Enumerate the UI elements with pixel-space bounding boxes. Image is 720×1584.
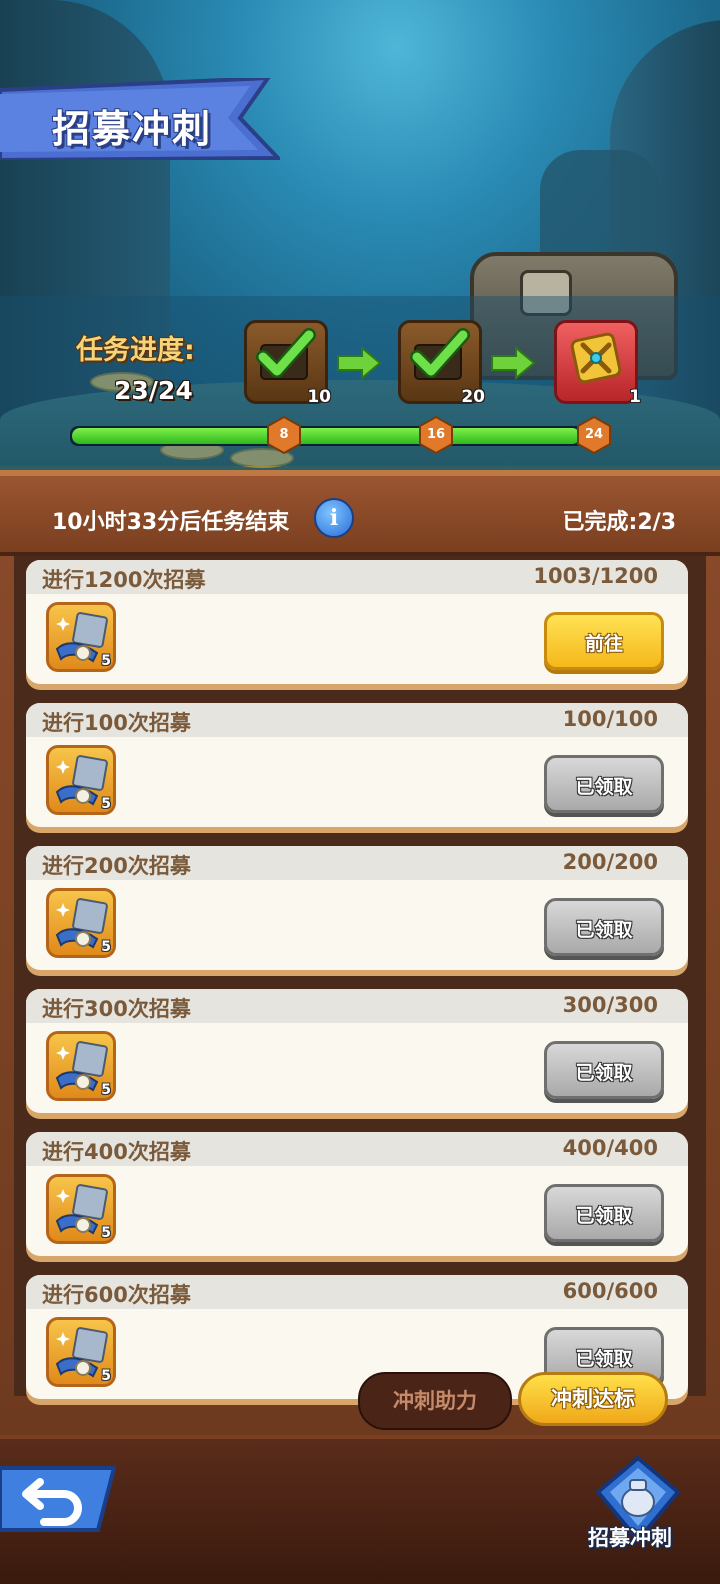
task-progress: 100/100 [562,707,658,731]
milestone-reward-count: 10 [307,387,331,407]
milestone-reward-1[interactable]: 10 [244,320,331,407]
back-button[interactable] [0,1464,116,1534]
reward-count: 5 [101,796,111,812]
reward-count: 5 [101,1225,111,1241]
milestone-hex-16: 16 [418,415,454,455]
completed-count: 已完成:2/3 [562,510,676,535]
task-title: 进行200次招募 [42,854,191,878]
reward-count: 5 [101,1082,111,1098]
go-button[interactable]: 前往 [544,612,664,670]
claimed-button[interactable]: 已领取 [544,755,664,813]
page-title: 招募冲刺 [52,107,213,151]
reward-item[interactable]: 5 [46,745,116,815]
task-progress-count: 23/24 [114,376,193,405]
milestone-threshold: 24 [584,427,604,442]
arrow-right-icon [491,346,536,380]
recruit-sprint-label: 招募冲刺 [588,1526,672,1550]
task-progress: 300/300 [562,993,658,1017]
reward-item[interactable]: 5 [46,602,116,672]
reward-item[interactable]: 5 [46,1317,116,1387]
scroll-reward-icon [570,332,622,384]
tab-sprint-goal[interactable]: 冲刺达标 [518,1372,668,1426]
milestone-hex-24: 24 [576,415,612,455]
task-progress: 200/200 [562,850,658,874]
task-title: 进行1200次招募 [42,568,206,592]
milestone-threshold: 16 [426,427,446,442]
claimed-button[interactable]: 已领取 [544,898,664,956]
task-card: 进行200次招募 200/200 5 已领取 [26,846,688,970]
reward-item[interactable]: 5 [46,888,116,958]
task-title: 进行100次招募 [42,711,191,735]
task-progress-bar [70,426,604,446]
check-icon [410,328,470,380]
task-card: 进行400次招募 400/400 5 已领取 [26,1132,688,1256]
progress-fill [72,428,580,444]
reward-count: 5 [101,1368,111,1384]
task-card: 进行100次招募 100/100 5 已领取 [26,703,688,827]
info-icon[interactable]: i [314,498,354,538]
claimed-button[interactable]: 已领取 [544,1184,664,1242]
task-progress-label: 任务进度: [76,335,195,366]
back-arrow-icon [0,1466,116,1532]
milestone-hex-8: 8 [266,415,302,455]
milestone-reward-count: 1 [629,387,641,407]
reward-count: 5 [101,939,111,955]
task-card: 进行300次招募 300/300 5 已领取 [26,989,688,1113]
task-progress: 600/600 [562,1279,658,1303]
arrow-right-icon [337,346,382,380]
task-title: 进行300次招募 [42,997,191,1021]
reward-item[interactable]: 5 [46,1031,116,1101]
claimed-button[interactable]: 已领取 [544,1041,664,1099]
task-title: 进行600次招募 [42,1283,191,1307]
tab-sprint-assist[interactable]: 冲刺助力 [358,1372,512,1430]
reward-count: 5 [101,653,111,669]
task-card: 进行1200次招募 1003/1200 5 前往 [26,560,688,684]
milestone-threshold: 8 [279,427,289,442]
check-icon [256,328,316,380]
milestone-reward-2[interactable]: 20 [398,320,485,407]
milestone-reward-count: 20 [461,387,485,407]
task-title: 进行400次招募 [42,1140,191,1164]
task-progress: 1003/1200 [533,564,658,588]
reward-item[interactable]: 5 [46,1174,116,1244]
milestone-reward-3[interactable]: 1 [554,320,641,407]
task-progress: 400/400 [562,1136,658,1160]
countdown-timer: 10小时33分后任务结束 [52,510,290,535]
